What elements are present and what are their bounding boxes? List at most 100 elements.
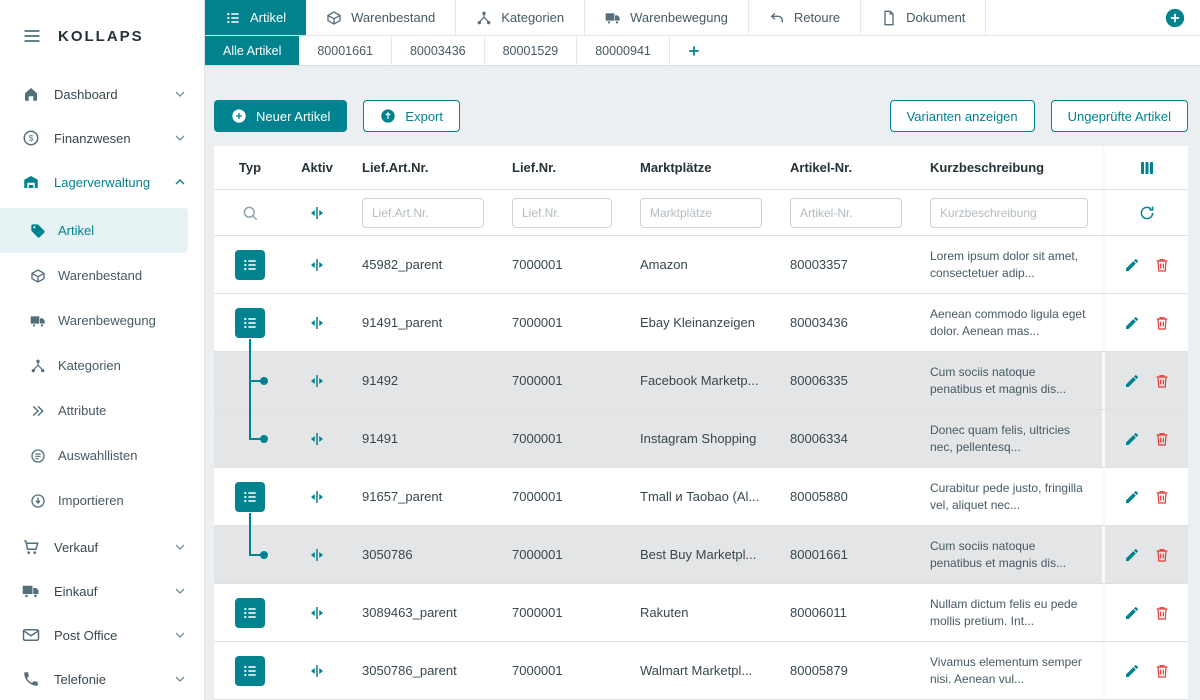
active-status-toggle[interactable] (306, 660, 328, 682)
filter-lief-nr-input[interactable] (512, 198, 612, 228)
delete-button[interactable] (1152, 661, 1172, 681)
sidebar-item-kategorien[interactable]: Kategorien (0, 343, 204, 388)
expand-children-button[interactable] (235, 308, 265, 338)
tab-dokument[interactable]: Dokument (861, 0, 986, 35)
edit-button[interactable] (1122, 487, 1142, 507)
edit-button[interactable] (1122, 603, 1142, 623)
delete-button[interactable] (1152, 371, 1172, 391)
expand-children-button[interactable] (235, 598, 265, 628)
subtab-article[interactable]: 80001661 (299, 36, 392, 65)
edit-button[interactable] (1122, 313, 1142, 333)
tab-warenbewegung[interactable]: Warenbewegung (585, 0, 749, 35)
trash-icon (1154, 489, 1170, 505)
active-status-toggle[interactable] (306, 370, 328, 392)
add-article-tab-button[interactable] (670, 36, 718, 65)
plus-icon (686, 43, 702, 59)
refresh-button[interactable] (1136, 202, 1158, 224)
sidebar-item-telefonie[interactable]: Telefonie (0, 657, 204, 700)
delete-button[interactable] (1152, 545, 1172, 565)
sidebar-item-post-office[interactable]: Post Office (0, 613, 204, 657)
trash-icon (1154, 373, 1170, 389)
delete-button[interactable] (1152, 603, 1172, 623)
expand-children-button[interactable] (235, 656, 265, 686)
subtab-alle-artikel[interactable]: Alle Artikel (205, 36, 299, 65)
expand-children-button[interactable] (235, 482, 265, 512)
show-variants-button[interactable]: Varianten anzeigen (890, 100, 1035, 132)
table-header-row: Typ Aktiv Lief.Art.Nr. Lief.Nr. Marktplä… (214, 146, 1188, 190)
delete-button[interactable] (1152, 313, 1172, 333)
sidebar-item-lagerverwaltung[interactable]: Lagerverwaltung (0, 160, 204, 204)
sidebar-item-warenbestand[interactable]: Warenbestand (0, 253, 204, 298)
active-status-toggle[interactable] (306, 428, 328, 450)
subtab-article[interactable]: 80000941 (577, 36, 670, 65)
aktiv-filter-toggle[interactable] (306, 202, 328, 224)
list-icon (242, 605, 258, 621)
export-button[interactable]: Export (363, 100, 460, 132)
pencil-icon (1124, 663, 1140, 679)
articles-table: Typ Aktiv Lief.Art.Nr. Lief.Nr. Marktplä… (214, 146, 1188, 700)
active-status-toggle[interactable] (306, 254, 328, 276)
column-header-artikel-nr: Artikel-Nr. (776, 160, 916, 175)
edit-button[interactable] (1122, 255, 1142, 275)
sidebar-item-einkauf[interactable]: Einkauf (0, 569, 204, 613)
cell-marktplaetze: Walmart Marketpl... (626, 663, 776, 678)
import-icon (30, 493, 46, 509)
edit-button[interactable] (1122, 545, 1142, 565)
edit-button[interactable] (1122, 429, 1142, 449)
subtab-article[interactable]: 80003436 (392, 36, 485, 65)
tree-connector-dot (260, 377, 268, 385)
sidebar-item-dashboard[interactable]: Dashboard (0, 72, 204, 116)
menu-toggle-button[interactable] (20, 24, 44, 48)
logo-row: KOLLAPS (0, 0, 204, 72)
sidebar-subitem-label: Warenbestand (58, 268, 142, 283)
truck-icon (22, 582, 40, 600)
subtab-article[interactable]: 80001529 (485, 36, 578, 65)
sidebar-item-verkauf[interactable]: Verkauf (0, 525, 204, 569)
tab-warenbestand[interactable]: Warenbestand (306, 0, 456, 35)
delete-button[interactable] (1152, 487, 1172, 507)
trash-icon (1154, 663, 1170, 679)
column-header-typ: Typ (214, 146, 286, 189)
filter-marktplaetze-input[interactable] (640, 198, 762, 228)
active-status-toggle[interactable] (306, 544, 328, 566)
cell-artikel-nr: 80006011 (776, 605, 916, 620)
cell-marktplaetze: Instagram Shopping (626, 431, 776, 446)
tab-retoure[interactable]: Retoure (749, 0, 861, 35)
active-status-toggle[interactable] (306, 312, 328, 334)
sidebar-item-finanzwesen[interactable]: Finanzwesen (0, 116, 204, 160)
cell-lief-nr: 7000001 (498, 605, 626, 620)
sidebar-item-attribute[interactable]: Attribute (0, 388, 204, 433)
new-article-button[interactable]: Neuer Artikel (214, 100, 347, 132)
tab-artikel[interactable]: Artikel (205, 0, 306, 35)
column-settings-button[interactable] (1136, 157, 1158, 179)
cell-lief-art-nr: 91491 (348, 431, 498, 446)
filter-artikel-nr-input[interactable] (790, 198, 902, 228)
filter-lief-art-nr-input[interactable] (362, 198, 484, 228)
article-tab-bar: Alle Artikel 80001661 80003436 80001529 … (205, 36, 1200, 66)
sidebar-item-warenbewegung[interactable]: Warenbewegung (0, 298, 204, 343)
sidebar-item-auswahllisten[interactable]: Auswahllisten (0, 433, 204, 478)
active-status-toggle[interactable] (306, 602, 328, 624)
edit-button[interactable] (1122, 371, 1142, 391)
delete-button[interactable] (1152, 255, 1172, 275)
unchecked-articles-button[interactable]: Ungeprüfte Artikel (1051, 100, 1188, 132)
edit-button[interactable] (1122, 661, 1142, 681)
sidebar-item-label: Verkauf (54, 540, 98, 555)
filter-kurzbeschreibung-input[interactable] (930, 198, 1088, 228)
add-module-tab-button[interactable] (1162, 5, 1188, 31)
cell-lief-art-nr: 91492 (348, 373, 498, 388)
checklist-icon (30, 448, 46, 464)
tab-kategorien[interactable]: Kategorien (456, 0, 585, 35)
expand-children-button[interactable] (235, 250, 265, 280)
pencil-icon (1124, 373, 1140, 389)
delete-button[interactable] (1152, 429, 1172, 449)
sidebar-subitem-label: Warenbewegung (58, 313, 156, 328)
sidebar-item-importieren[interactable]: Importieren (0, 478, 204, 523)
column-header-aktiv: Aktiv (286, 160, 348, 175)
active-status-toggle[interactable] (306, 486, 328, 508)
return-icon (769, 10, 785, 26)
content-area: Neuer Artikel Export Varianten anzeigen … (205, 66, 1200, 700)
cell-marktplaetze: Amazon (626, 257, 776, 272)
sidebar-item-artikel[interactable]: Artikel (0, 208, 188, 253)
cell-lief-nr: 7000001 (498, 489, 626, 504)
